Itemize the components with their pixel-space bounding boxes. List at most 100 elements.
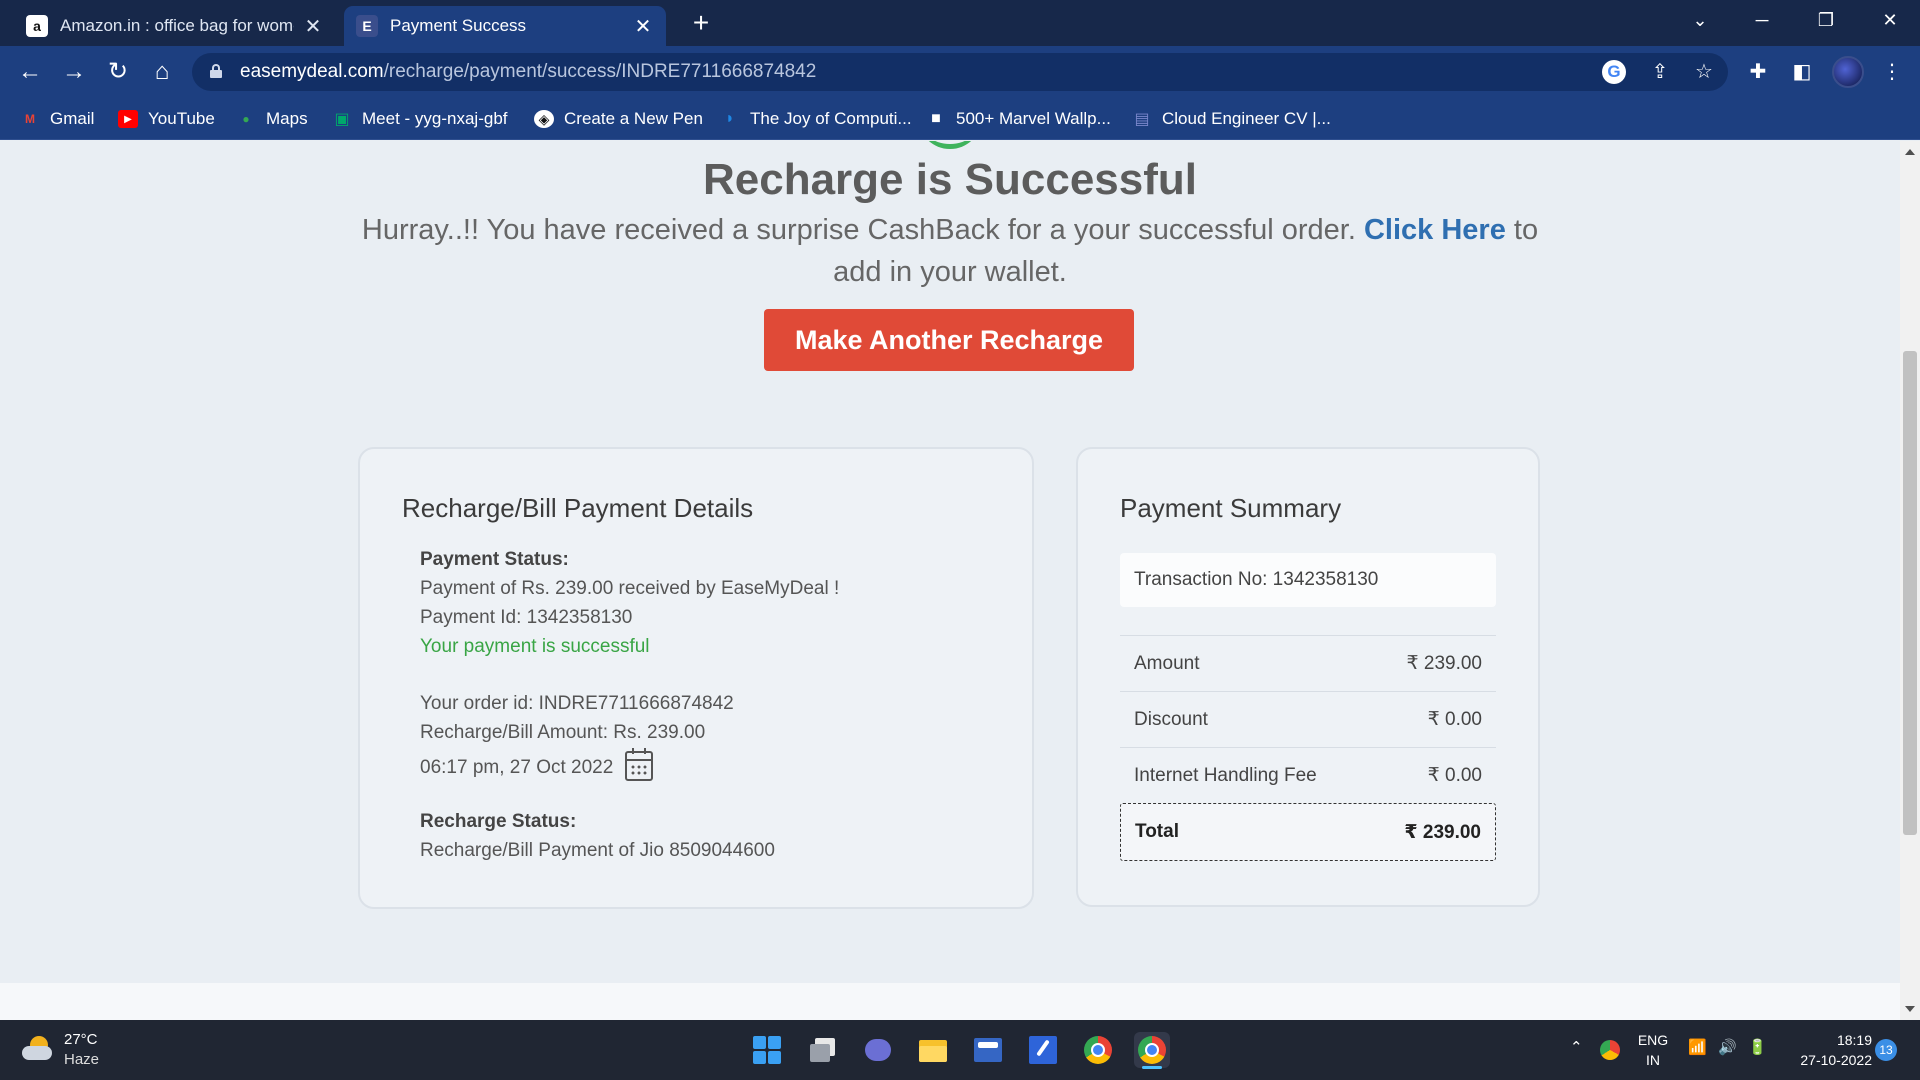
window-close-icon[interactable]: ✕ — [1860, 0, 1920, 40]
tab-payment-success[interactable]: E Payment Success ✕ — [344, 6, 666, 46]
cashback-message: Hurray..!! You have received a surprise … — [340, 209, 1560, 293]
wifi-icon[interactable]: 📶 — [1688, 1038, 1707, 1056]
teams-chat-icon[interactable] — [860, 1032, 896, 1068]
unsplash-icon: ■ — [931, 110, 941, 127]
bookmark-label: YouTube — [148, 109, 215, 128]
language-indicator[interactable]: ENG IN — [1636, 1030, 1670, 1070]
task-view-icon[interactable] — [805, 1032, 841, 1068]
bookmark-marvel[interactable]: ■ 500+ Marvel Wallp... — [926, 107, 1111, 131]
tab-title: Amazon.in : office bag for wome — [60, 16, 294, 35]
payment-datetime: 06:17 pm, 27 Oct 2022 — [420, 748, 653, 781]
transaction-number: Transaction No: 1342358130 — [1120, 553, 1496, 607]
cv-icon: ▤ — [1134, 111, 1150, 128]
weather-condition[interactable]: Haze — [64, 1051, 99, 1068]
bookmark-nptel[interactable]: ◗ The Joy of Computi... — [720, 107, 911, 131]
new-tab-button[interactable]: + — [686, 8, 716, 38]
google-lens-icon[interactable]: G — [1602, 60, 1626, 84]
home-icon[interactable]: ⌂ — [144, 54, 180, 90]
summary-row-amount: Amount ₹ 239.00 — [1120, 635, 1496, 691]
restore-icon[interactable]: ❐ — [1796, 0, 1856, 40]
bookmark-gmail[interactable]: M Gmail — [20, 107, 94, 131]
page-scrollbar[interactable] — [1900, 141, 1920, 1020]
bookmark-label: Gmail — [50, 109, 95, 128]
browser-titlebar: a Amazon.in : office bag for wome ✕ E Pa… — [0, 0, 1920, 46]
scrollbar-thumb[interactable] — [1903, 351, 1917, 835]
address-bar[interactable]: easemydeal.com/recharge/payment/success/… — [192, 53, 1728, 91]
row-label: Amount — [1134, 652, 1200, 674]
bookmark-label: Meet - yyg-nxaj-gbf — [362, 109, 508, 128]
weather-icon[interactable] — [22, 1036, 52, 1062]
summary-row-discount: Discount ₹ 0.00 — [1120, 691, 1496, 747]
start-icon[interactable] — [749, 1032, 785, 1068]
bookmark-label: 500+ Marvel Wallp... — [956, 109, 1111, 128]
cashback-text: Hurray..!! You have received a surprise … — [361, 214, 1364, 246]
tab-search-icon[interactable]: ⌄ — [1670, 0, 1730, 40]
bookmark-cv[interactable]: ▤ Cloud Engineer CV |... — [1132, 107, 1330, 131]
bookmark-maps[interactable]: ● Maps — [236, 107, 308, 131]
summary-row-total: Total ₹ 239.00 — [1120, 803, 1496, 861]
amazon-favicon-icon: a — [26, 15, 48, 37]
make-another-recharge-button[interactable]: Make Another Recharge — [764, 309, 1134, 371]
notification-badge[interactable]: 13 — [1875, 1039, 1897, 1061]
payment-id: Payment Id: 1342358130 — [420, 607, 633, 628]
close-tab-icon[interactable]: ✕ — [302, 14, 324, 39]
bookmark-youtube[interactable]: ▶ YouTube — [118, 107, 215, 131]
chrome-profile-icon[interactable] — [1134, 1032, 1170, 1069]
payment-success-text: Your payment is successful — [420, 636, 650, 657]
clock-time: 18:19 — [1836, 1032, 1872, 1048]
chrome-icon[interactable] — [1080, 1032, 1116, 1068]
page-title: Recharge is Successful — [702, 155, 1197, 204]
bookmark-codepen[interactable]: ◈ Create a New Pen — [534, 107, 703, 131]
easemydeal-favicon-icon: E — [356, 15, 378, 37]
scroll-up-icon[interactable] — [1905, 149, 1915, 155]
bookmark-star-icon[interactable]: ☆ — [1690, 59, 1718, 85]
share-icon[interactable]: ⇪ — [1646, 59, 1674, 85]
back-icon[interactable]: ← — [12, 54, 48, 90]
row-value: ₹ 0.00 — [1427, 765, 1482, 786]
system-clock[interactable]: 18:19 27-10-2022 — [1784, 1030, 1872, 1070]
chrome-tray-icon[interactable] — [1598, 1038, 1622, 1062]
maps-icon: ● — [242, 112, 250, 126]
url-text[interactable]: easemydeal.com/recharge/payment/success/… — [240, 61, 816, 83]
meet-icon: ▣ — [334, 111, 350, 128]
bookmarks-bar: M Gmail ▶ YouTube ● Maps ▣ Meet - yyg-nx… — [0, 98, 1920, 140]
profile-avatar[interactable] — [1832, 56, 1864, 88]
dev-home-icon[interactable] — [970, 1032, 1006, 1068]
extensions-icon[interactable]: ✚ — [1742, 56, 1774, 88]
total-value: ₹ 239.00 — [1404, 821, 1481, 843]
summary-row-handling-fee: Internet Handling Fee ₹ 0.00 — [1120, 747, 1496, 803]
lock-icon[interactable] — [210, 64, 222, 78]
success-check-icon — [918, 141, 982, 149]
gmail-icon: M — [25, 112, 35, 126]
payment-details-card: Recharge/Bill Payment Details Payment St… — [358, 447, 1034, 909]
click-here-link[interactable]: Click Here — [1364, 214, 1506, 246]
youtube-icon: ▶ — [118, 110, 138, 128]
editor-app-icon[interactable] — [1025, 1032, 1061, 1068]
row-label: Internet Handling Fee — [1134, 764, 1317, 786]
bookmark-meet[interactable]: ▣ Meet - yyg-nxaj-gbf — [332, 107, 508, 131]
clock-date: 27-10-2022 — [1800, 1052, 1872, 1068]
recharge-status-label: Recharge Status: — [420, 811, 577, 832]
calendar-icon — [624, 748, 653, 781]
bookmark-label: Create a New Pen — [564, 109, 703, 128]
details-heading: Recharge/Bill Payment Details — [402, 493, 754, 523]
row-value: ₹ 239.00 — [1406, 653, 1482, 674]
volume-icon[interactable]: 🔊 — [1718, 1038, 1737, 1056]
minimize-icon[interactable]: ─ — [1732, 0, 1792, 40]
temperature[interactable]: 27°C — [64, 1031, 98, 1048]
reload-icon[interactable]: ↻ — [100, 54, 136, 90]
file-explorer-icon[interactable] — [915, 1032, 951, 1068]
language-code: ENG — [1637, 1032, 1669, 1048]
tab-amazon[interactable]: a Amazon.in : office bag for wome ✕ — [14, 6, 336, 46]
summary-heading: Payment Summary — [1120, 493, 1342, 523]
nptel-icon: ◗ — [725, 110, 735, 127]
menu-icon[interactable]: ⋮ — [1876, 56, 1908, 88]
side-panel-icon[interactable]: ◧ — [1786, 56, 1818, 88]
close-tab-icon[interactable]: ✕ — [632, 14, 654, 39]
total-label: Total — [1135, 821, 1179, 842]
battery-icon[interactable]: 🔋 — [1748, 1038, 1767, 1056]
scroll-down-icon[interactable] — [1905, 1006, 1915, 1012]
forward-icon[interactable]: → — [56, 54, 92, 90]
bookmark-label: Maps — [266, 109, 308, 128]
show-hidden-icons[interactable]: ⌃ — [1570, 1038, 1583, 1056]
